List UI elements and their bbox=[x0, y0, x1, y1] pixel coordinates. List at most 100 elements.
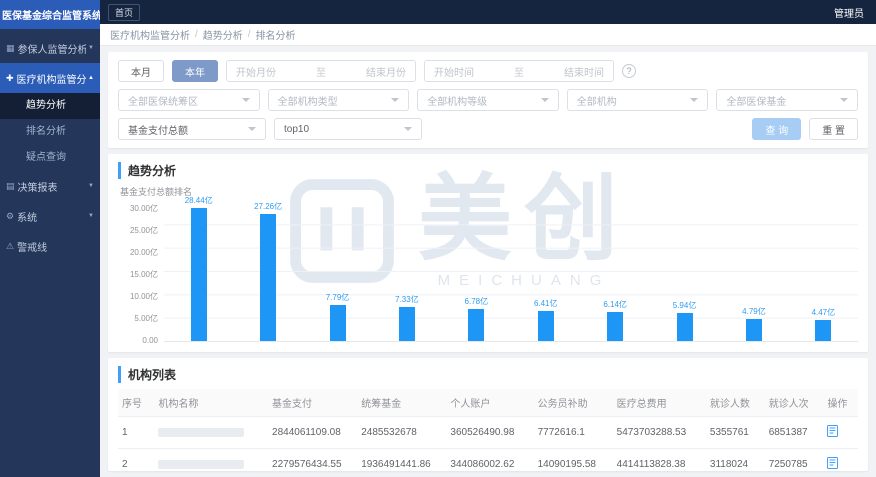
bar-value-label: 6.41亿 bbox=[533, 299, 558, 309]
hospital-icon: ✚ bbox=[6, 72, 14, 83]
detail-document-icon[interactable] bbox=[827, 457, 839, 469]
bar-value-label: 28.44亿 bbox=[184, 196, 213, 206]
chart-bar-slot: 27.26亿 bbox=[233, 202, 302, 341]
breadcrumb-separator: / bbox=[195, 29, 198, 40]
this-month-button[interactable]: 本月 bbox=[118, 60, 164, 82]
filter-select-placeholder: 全部机构 bbox=[576, 96, 617, 108]
metric-select[interactable]: 基金支付总额 bbox=[118, 118, 266, 140]
filter-select-placeholder: 全部机构类型 bbox=[277, 96, 338, 108]
start-time-placeholder: 开始时间 bbox=[434, 67, 474, 79]
chevron-down-icon bbox=[248, 127, 256, 131]
cell-actions bbox=[823, 448, 858, 471]
bar-value-label: 4.47亿 bbox=[811, 308, 836, 318]
bar-value-label: 27.26亿 bbox=[254, 201, 283, 211]
detail-document-icon[interactable] bbox=[827, 425, 839, 437]
sidebar-item[interactable]: ▦ 参保人监管分析 ▼ bbox=[0, 33, 100, 63]
chevron-up-icon: ▲ bbox=[88, 75, 94, 81]
submenu: 趋势分析 排名分析 疑点查询 bbox=[0, 93, 100, 171]
time-range-picker[interactable]: 开始时间 至 结束时间 bbox=[424, 60, 614, 82]
home-tab[interactable]: 首页 bbox=[108, 3, 141, 21]
chart-bar bbox=[815, 320, 832, 341]
breadcrumb-item[interactable]: 排名分析 bbox=[256, 27, 296, 42]
filter-select[interactable]: 全部医保基金 bbox=[716, 89, 858, 111]
chart-bar-slot: 5.94亿 bbox=[650, 202, 719, 341]
chevron-down-icon: ▼ bbox=[88, 213, 94, 219]
bar-chart: 30.00亿 25.00亿 20.00亿 15.00亿 10.00亿 5.00亿 0.00 2… bbox=[118, 196, 858, 345]
chart-icon: ▦ bbox=[6, 42, 15, 53]
filter-row-dates: 本月 本年 开始月份 至 结束月份 开始时间 至 结束时间 ? bbox=[118, 60, 858, 82]
bar-value-label: 7.79亿 bbox=[325, 292, 350, 302]
this-year-button[interactable]: 本年 bbox=[172, 60, 218, 82]
app-root: 医保基金综合监管系统 ▦参保人监管分析▼✚医疗机构监管分析▲趋势分析排名分析疑点… bbox=[0, 0, 876, 477]
breadcrumb-item[interactable]: 趋势分析 bbox=[203, 27, 243, 42]
section-title-table: 机构列表 bbox=[118, 366, 858, 383]
sidebar-item[interactable]: ✚医疗机构监管分析▲ bbox=[0, 63, 100, 93]
submenu-item[interactable]: 疑点查询 bbox=[0, 145, 100, 171]
y-tick-label: 25.00亿 bbox=[129, 226, 158, 235]
reset-button[interactable]: 重 置 bbox=[809, 118, 858, 140]
chevron-down-icon bbox=[540, 98, 549, 102]
y-tick-label: 15.00亿 bbox=[129, 270, 158, 279]
chevron-down-icon bbox=[404, 127, 412, 131]
filter-select[interactable]: 全部机构类型 bbox=[267, 89, 410, 111]
column-header: 基金支付 bbox=[268, 389, 358, 417]
filter-select[interactable]: 全部机构等级 bbox=[417, 89, 559, 111]
filter-panel: 本月 本年 开始月份 至 结束月份 开始时间 至 结束时间 ? 全部医保统筹区 全… bbox=[108, 52, 868, 148]
chart-axis-label: 基金支付总额排名 bbox=[120, 187, 193, 197]
cell-value: 1936491441.86 bbox=[357, 448, 447, 471]
cell-institution-name bbox=[154, 448, 269, 471]
user-name[interactable]: 管理员 bbox=[834, 5, 864, 20]
chevron-down-icon bbox=[391, 98, 400, 102]
month-range-picker[interactable]: 开始月份 至 结束月份 bbox=[226, 60, 416, 82]
filter-select[interactable]: 全部医保统筹区 bbox=[118, 89, 260, 111]
gear-icon: ⚙ bbox=[6, 210, 15, 221]
chart-bar-slot: 6.14亿 bbox=[580, 202, 649, 341]
breadcrumb-separator: / bbox=[247, 29, 251, 40]
bar-value-label: 7.33亿 bbox=[395, 294, 419, 304]
chart-bar-slot: 4.79亿 bbox=[719, 202, 788, 341]
topn-select[interactable]: top10 bbox=[274, 118, 422, 140]
column-header: 序号 bbox=[118, 389, 155, 417]
breadcrumb-item[interactable]: 医疗机构监管分析 bbox=[110, 27, 190, 42]
table-row: 2 2279576434.55 1936491441.86 344086002.62 1… bbox=[118, 448, 858, 471]
filter-select-placeholder: 全部机构等级 bbox=[427, 96, 488, 108]
chart-bar bbox=[537, 311, 554, 341]
sidebar-item[interactable]: ▤ 决策报表 ▼ bbox=[0, 171, 100, 201]
help-circle-icon[interactable]: ? bbox=[622, 64, 636, 78]
sidebar-item[interactable]: ⚠ 警戒线 bbox=[0, 231, 100, 261]
alert-icon: ⚠ bbox=[6, 240, 15, 251]
y-tick-label: 20.00亿 bbox=[129, 248, 158, 257]
submenu-item[interactable]: 排名分析 bbox=[0, 119, 100, 145]
chart-bar-slot: 7.33亿 bbox=[372, 202, 441, 341]
chart-bar-slot: 6.78亿 bbox=[442, 202, 511, 341]
table-header-row: 序号 机构名称 基金支付 统筹基金 个人账户 公务员补助 医疗总费用 就诊人数 就诊人次 操作 bbox=[118, 389, 858, 417]
column-header: 统筹基金 bbox=[357, 389, 447, 417]
sidebar-item[interactable]: ⚙ 系统 ▼ bbox=[0, 201, 100, 231]
search-button[interactable]: 查 询 bbox=[752, 118, 802, 140]
sidebar-item-label: 医疗机构监管分析 bbox=[16, 74, 87, 86]
filter-select[interactable]: 全部机构 bbox=[566, 89, 709, 111]
cell-value: 6851387 bbox=[764, 416, 824, 449]
cell-value: 2279576434.55 bbox=[268, 448, 358, 471]
chevron-down-icon bbox=[839, 98, 848, 102]
sidebar-menu: ▦参保人监管分析▼✚医疗机构监管分析▲趋势分析排名分析疑点查询▤决策报表▼⚙系统… bbox=[0, 29, 100, 477]
cell-value: 7250785 bbox=[764, 448, 824, 471]
chart-bar-slot: 7.79亿 bbox=[303, 202, 372, 341]
bar-value-label: 5.94亿 bbox=[672, 301, 697, 311]
chart-plot-area: 28.44亿 27.26亿 7.79亿 7.33亿 6.78亿 6.41亿 6.14亿 5.9… bbox=[164, 196, 858, 342]
end-time-placeholder: 结束时间 bbox=[564, 67, 604, 79]
column-header: 就诊人数 bbox=[705, 389, 765, 417]
bar-value-label: 6.14亿 bbox=[603, 300, 627, 310]
column-header: 操作 bbox=[823, 389, 858, 417]
submenu-item[interactable]: 趋势分析 bbox=[0, 93, 100, 119]
chart-bar-slot: 28.44亿 bbox=[164, 196, 233, 341]
chart-bar-slot: 4.47亿 bbox=[789, 202, 858, 341]
blurred-institution-name bbox=[158, 460, 245, 469]
chart-bar bbox=[329, 304, 346, 341]
chart-bar bbox=[190, 208, 207, 341]
cell-seq: 1 bbox=[118, 416, 155, 449]
column-header: 医疗总费用 bbox=[612, 389, 706, 417]
bar-value-label: 4.79亿 bbox=[742, 306, 766, 316]
cell-seq: 2 bbox=[118, 448, 155, 471]
app-title: 医保基金综合监管系统 bbox=[0, 0, 100, 29]
